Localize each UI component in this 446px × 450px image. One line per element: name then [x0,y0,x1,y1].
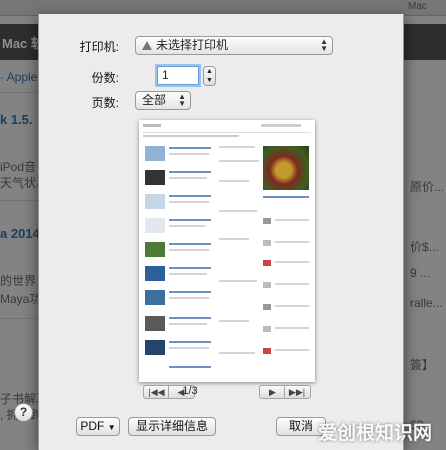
chevron-up-icon: ▲ [206,68,213,75]
page-forward-controls: ▶ ▶▶| [259,385,311,399]
print-dialog: 打印机: 未选择打印机 ▲ ▼ 份数: 1 ▲ ▼ 页数: 全部 ▲ ▼ |◀◀… [38,14,404,450]
preview-photo [263,146,309,190]
preview-thumb [145,290,165,305]
help-icon[interactable]: ? [14,403,33,422]
pdf-label: PDF [80,419,105,433]
pages-label: 页数: [91,96,119,110]
copies-input[interactable]: 1 [157,66,199,85]
preview-thumb [145,266,165,281]
pages-select[interactable]: 全部 ▲ ▼ [135,91,191,110]
page-preview [139,120,315,382]
warning-icon [142,41,152,50]
page-indicator: 1/3 [182,385,198,397]
printer-value: 未选择打印机 [156,38,229,52]
help-label: ? [19,405,28,419]
preview-thumb [145,316,165,331]
chevron-updown-icon: ▲ ▼ [320,37,328,53]
next-page-icon[interactable]: ▶ [261,386,285,398]
chevron-down-icon: ▼ [107,423,116,432]
pdf-button[interactable]: PDF ▼ [76,417,120,436]
printer-label: 打印机: [79,40,119,54]
last-page-icon[interactable]: ▶▶| [285,386,309,398]
preview-thumb [145,170,165,185]
preview-thumb [145,218,165,233]
printer-select[interactable]: 未选择打印机 ▲ ▼ [135,36,333,55]
copies-stepper[interactable]: ▲ ▼ [203,66,216,86]
chevron-updown-icon: ▲ ▼ [178,92,186,108]
preview-thumb [145,194,165,209]
chevron-down-icon: ▼ [206,77,213,84]
watermark: 爱创根知识网 [318,423,433,444]
copies-label: 份数: [91,71,119,85]
preview-thumb [145,146,165,161]
preview-thumb [145,242,165,257]
first-page-icon[interactable]: |◀◀ [145,386,169,398]
pages-value: 全部 [142,93,167,107]
show-details-button[interactable]: 显示详细信息 [128,417,216,436]
preview-thumb [145,340,165,355]
